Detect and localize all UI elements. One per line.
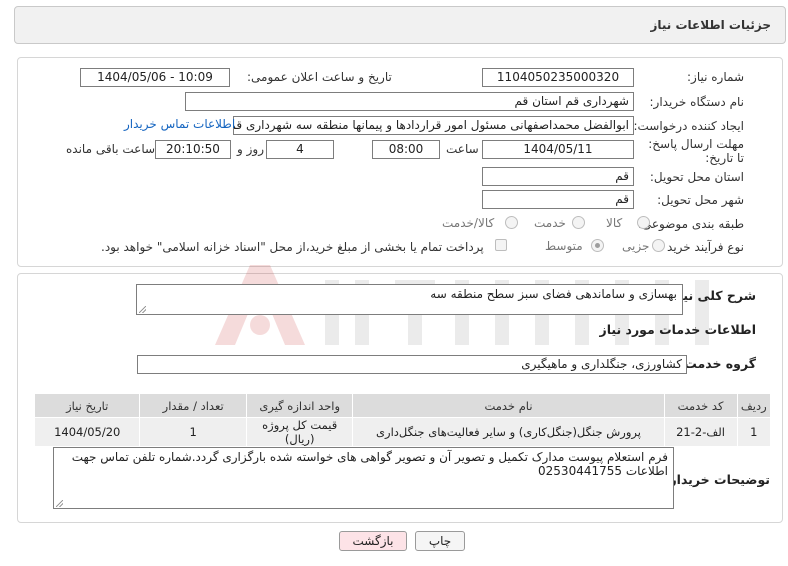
cell-unit: قیمت کل پروژه (ریال) xyxy=(245,417,354,447)
cell-quantity: 1 xyxy=(139,417,247,447)
col-header-unit: واحد اندازه گیری xyxy=(245,393,354,418)
announce-datetime-label: تاریخ و ساعت اعلان عمومی: xyxy=(247,70,392,84)
delivery-province-field: قم xyxy=(482,167,634,186)
deadline-date-field: 1404/05/11 xyxy=(482,140,634,159)
cell-need-date: 1404/05/20 xyxy=(33,417,141,447)
category-option-service: خدمت xyxy=(534,216,566,230)
general-description-field: بهسازی و ساماندهی فضای سبز سطح منطقه سه xyxy=(136,284,683,315)
category-option-goods-service: کالا/خدمت xyxy=(442,216,495,230)
cell-service-name: پرورش جنگل(جنگل‌کاری) و سایر فعالیت‌های … xyxy=(352,417,665,447)
remaining-time-label: ساعت باقی مانده xyxy=(66,142,156,156)
purchase-option-medium: متوسط xyxy=(545,239,583,253)
delivery-city-label: شهر محل تحویل: xyxy=(657,193,744,207)
days-label: روز و xyxy=(237,142,264,156)
category-radio-goods-service[interactable] xyxy=(505,216,518,229)
table-row: 1 الف-2-21 پرورش جنگل(جنگل‌کاری) و سایر … xyxy=(33,417,772,447)
cell-row-number: 1 xyxy=(736,417,772,447)
delivery-province-label: استان محل تحویل: xyxy=(649,170,744,184)
deadline-time-field: 08:00 xyxy=(372,140,440,159)
need-number-label: شماره نیاز: xyxy=(687,70,744,84)
requester-field: ابوالفضل محمداصفهانی مسئول امور قرارداده… xyxy=(233,116,634,135)
purchase-type-label: نوع فرآیند خرید : xyxy=(659,240,744,254)
need-number-field: 1104050235000320 xyxy=(482,68,634,87)
service-group-field: کشاورزی، جنگلداری و ماهیگیری xyxy=(137,355,687,374)
remaining-time-field: 20:10:50 xyxy=(155,140,231,159)
resize-grip-icon[interactable] xyxy=(56,500,63,507)
requester-label: ایجاد کننده درخواست: xyxy=(633,119,744,133)
announce-datetime-field: 1404/05/06 - 10:09 xyxy=(80,68,230,87)
buyer-notes-label: توضیحات خریدار: xyxy=(664,472,770,487)
col-header-need-date: تاریخ نیاز xyxy=(33,393,141,418)
category-label: طبقه بندی موضوعی: xyxy=(637,217,744,231)
service-group-label: گروه خدمت: xyxy=(679,356,756,371)
treasury-payment-checkbox[interactable] xyxy=(495,239,507,251)
cell-service-code: الف-2-21 xyxy=(663,417,738,447)
delivery-city-field: قم xyxy=(482,190,634,209)
services-table: ردیف کد خدمت نام خدمت واحد اندازه گیری ت… xyxy=(33,393,772,447)
purchase-radio-medium[interactable] xyxy=(591,239,604,252)
resize-grip-icon[interactable] xyxy=(139,306,146,313)
purchase-radio-minor[interactable] xyxy=(652,239,665,252)
category-radio-goods[interactable] xyxy=(637,216,650,229)
page-header: جزئیات اطلاعات نیاز xyxy=(14,6,786,44)
services-info-title: اطلاعات خدمات مورد نیاز xyxy=(599,322,757,337)
treasury-payment-note: پرداخت تمام یا بخشی از مبلغ خرید،از محل … xyxy=(101,240,484,254)
col-header-service-code: کد خدمت xyxy=(663,393,738,418)
buyer-org-field: شهرداری قم استان قم xyxy=(185,92,634,111)
col-header-row-number: ردیف xyxy=(736,393,772,418)
deadline-time-label: ساعت xyxy=(446,142,479,156)
back-button[interactable]: بازگشت xyxy=(339,531,407,551)
general-description-text: بهسازی و ساماندهی فضای سبز سطح منطقه سه xyxy=(430,287,677,301)
category-option-goods: کالا xyxy=(606,216,623,230)
page-title: جزئیات اطلاعات نیاز xyxy=(650,18,771,32)
deadline-label: مهلت ارسال پاسخ: تا تاریخ: xyxy=(648,137,744,165)
buyer-notes-field: فرم استعلام پیوست مدارک تکمیل و تصویر آن… xyxy=(53,447,674,509)
buyer-org-label: نام دستگاه خریدار: xyxy=(649,95,745,109)
col-header-quantity: تعداد / مقدار xyxy=(139,393,247,418)
category-radio-service[interactable] xyxy=(572,216,585,229)
print-button[interactable]: چاپ xyxy=(415,531,465,551)
table-header-row: ردیف کد خدمت نام خدمت واحد اندازه گیری ت… xyxy=(33,393,772,418)
days-field: 4 xyxy=(266,140,334,159)
col-header-service-name: نام خدمت xyxy=(352,393,665,418)
buyer-contact-link[interactable]: اطلاعات تماس خریدار xyxy=(124,117,235,131)
purchase-option-minor: جزیی xyxy=(622,239,650,253)
buyer-notes-text: فرم استعلام پیوست مدارک تکمیل و تصویر آن… xyxy=(71,450,668,478)
